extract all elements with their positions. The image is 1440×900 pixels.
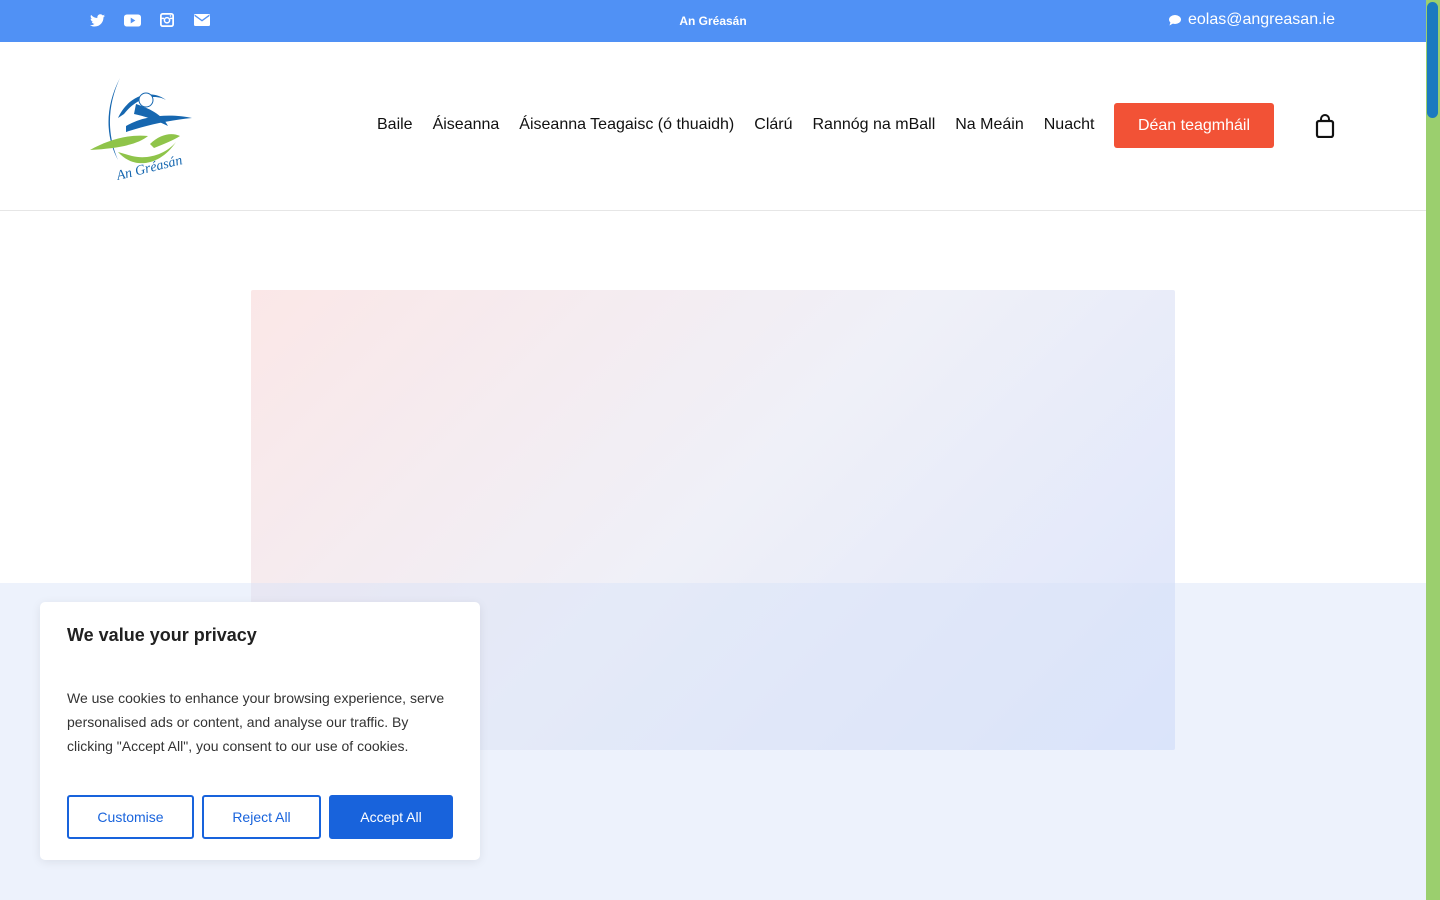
cookie-title: We value your privacy bbox=[67, 625, 257, 645]
email-link[interactable]: eolas@angreasan.ie bbox=[1168, 11, 1335, 29]
nav-aiseanna-teagaisc[interactable]: Áiseanna Teagaisc (ó thuaidh) bbox=[519, 116, 734, 134]
shopping-bag-icon[interactable] bbox=[1314, 114, 1336, 139]
nav-aiseanna[interactable]: Áiseanna bbox=[433, 116, 500, 134]
reject-all-button[interactable]: Reject All bbox=[202, 795, 321, 839]
nav-nuacht[interactable]: Nuacht bbox=[1044, 116, 1095, 134]
logo[interactable]: An Gréasán bbox=[88, 74, 196, 184]
site-header: An Gréasán Baile Áiseanna Áiseanna Teaga… bbox=[0, 42, 1426, 211]
nav-na-meain[interactable]: Na Meáin bbox=[955, 116, 1023, 134]
nav-rannog-na-mball[interactable]: Rannóg na mBall bbox=[813, 116, 936, 134]
accept-all-button[interactable]: Accept All bbox=[329, 795, 453, 839]
chat-bubble-icon bbox=[1168, 14, 1181, 25]
cookie-description: We use cookies to enhance your browsing … bbox=[67, 690, 445, 754]
cookie-consent-banner: We value your privacy We use cookies to … bbox=[40, 602, 480, 860]
top-bar: An Gréasán eolas@angreasan.ie bbox=[0, 0, 1426, 42]
scrollbar-track[interactable] bbox=[1426, 0, 1440, 900]
customise-button[interactable]: Customise bbox=[67, 795, 194, 839]
main-nav: Baile Áiseanna Áiseanna Teagaisc (ó thua… bbox=[377, 116, 1094, 134]
scrollbar-thumb[interactable] bbox=[1427, 2, 1438, 118]
email-address: eolas@angreasan.ie bbox=[1187, 11, 1335, 28]
nav-claru[interactable]: Clárú bbox=[754, 116, 792, 134]
nav-baile[interactable]: Baile bbox=[377, 116, 413, 134]
contact-button[interactable]: Déan teagmháil bbox=[1114, 103, 1274, 148]
